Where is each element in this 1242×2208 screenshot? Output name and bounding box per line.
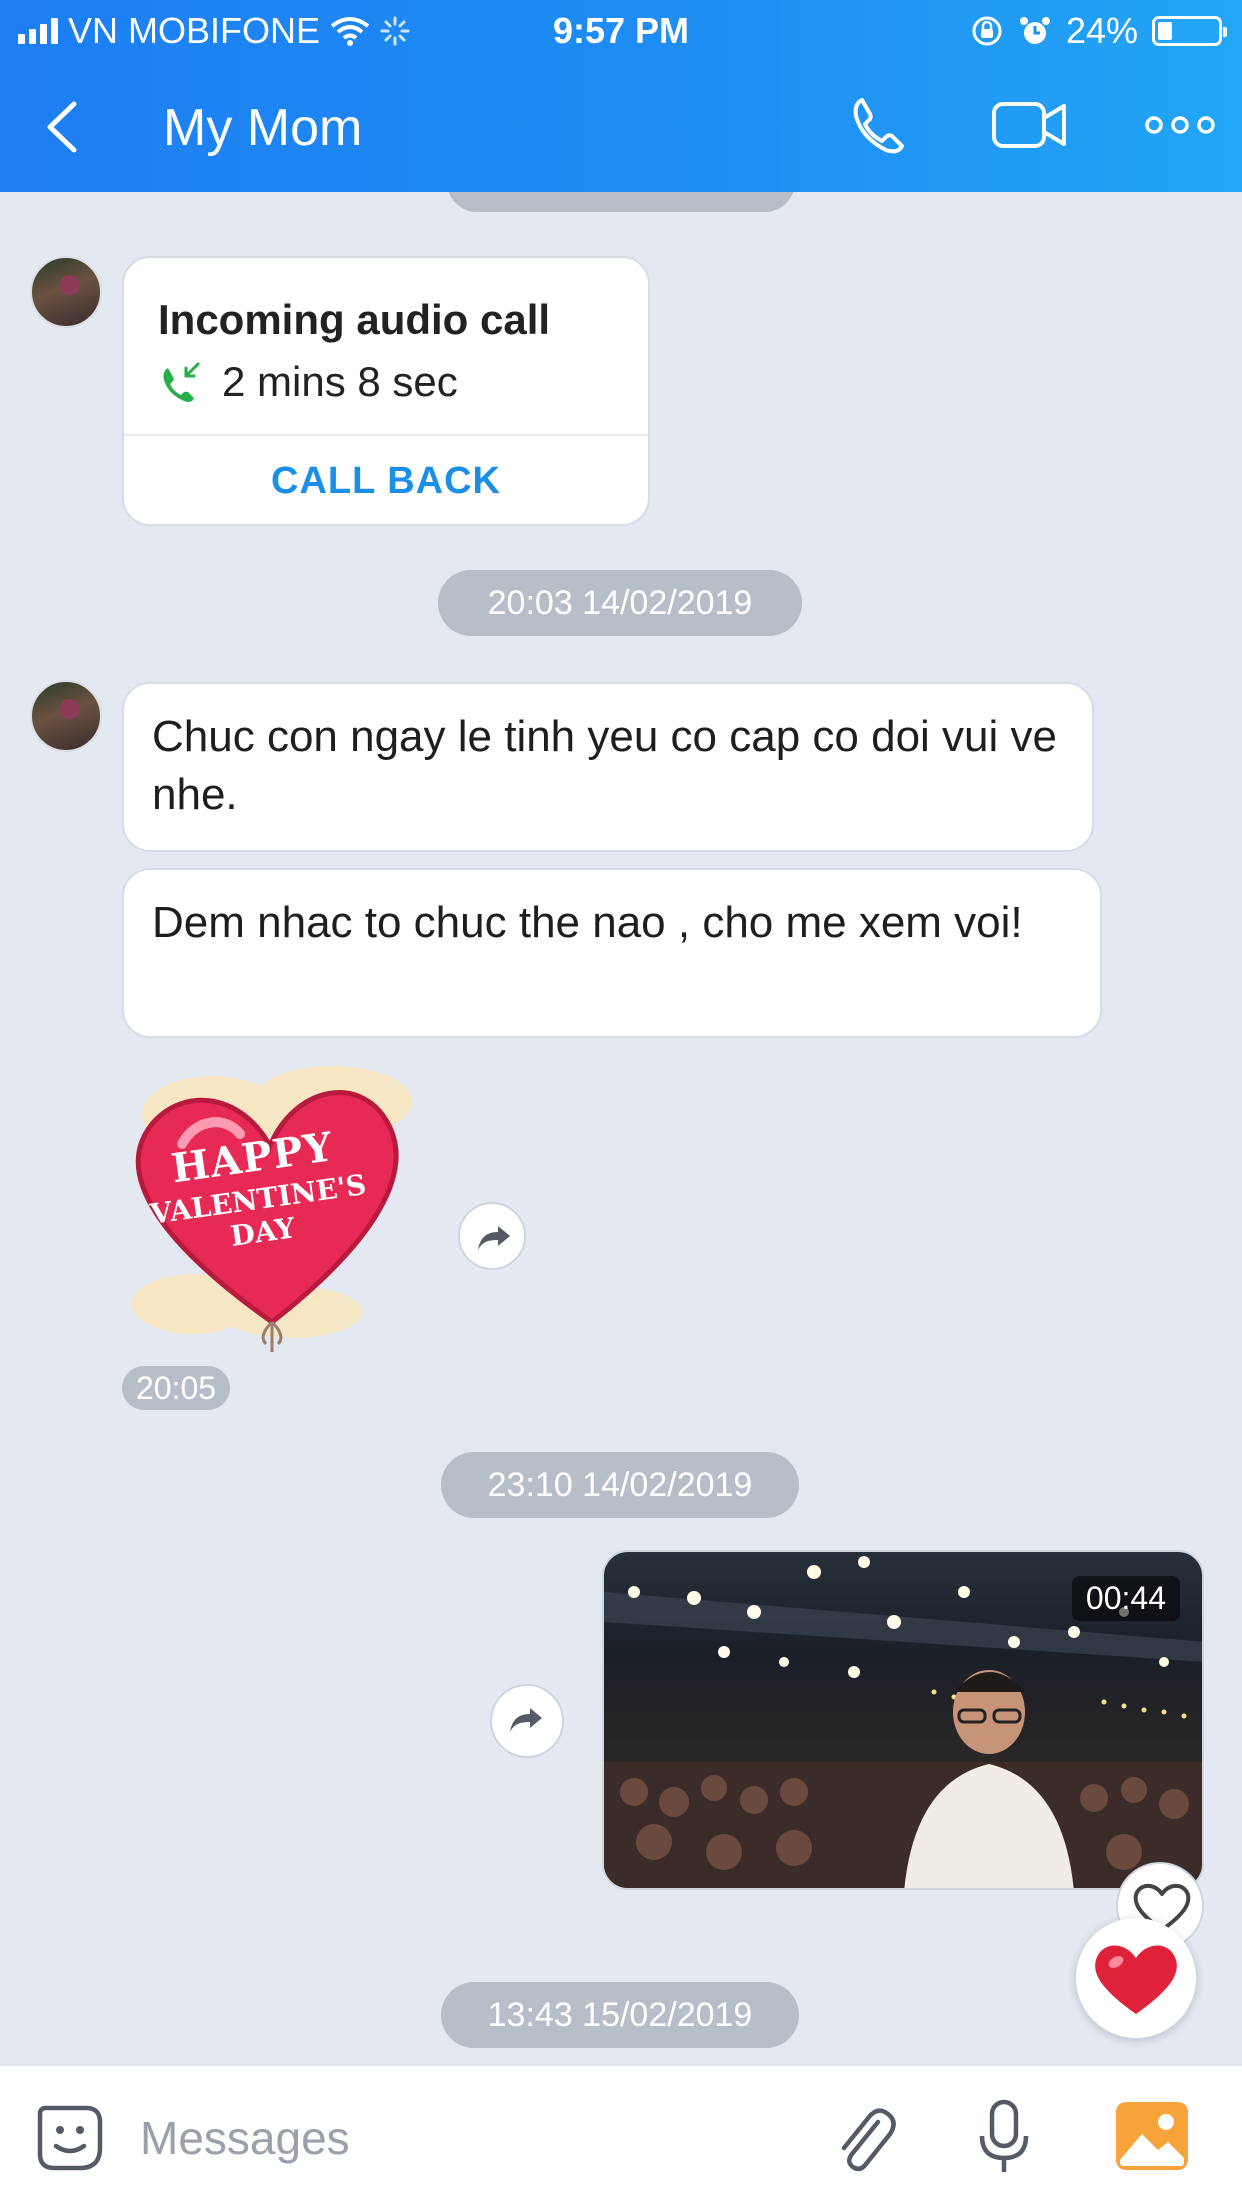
chat-title[interactable]: My Mom	[163, 98, 362, 158]
date-separator: 13:43 15/02/2019	[441, 1982, 799, 2048]
alarm-icon	[1019, 17, 1050, 44]
share-arrow-icon	[510, 1708, 542, 1732]
chat-header: VN MOBIFONE 9:57 PM 24% My Mom	[0, 0, 1242, 192]
share-button[interactable]	[458, 1202, 526, 1270]
share-button[interactable]	[490, 1684, 564, 1758]
call-duration-row: 2 mins 8 sec	[158, 358, 458, 406]
video-call-button[interactable]	[990, 90, 1070, 160]
valentine-sticker[interactable]: HAPPY VALENTINE'S DAY	[122, 1054, 422, 1354]
message-list[interactable]: Incoming audio call 2 mins 8 sec CALL BA…	[0, 192, 1242, 2064]
gallery-button[interactable]	[1114, 2098, 1190, 2179]
message-bubble[interactable]: Chuc con ngay le tinh yeu co cap co doi …	[122, 682, 1094, 852]
heart-icon	[1095, 1945, 1177, 2014]
date-separator: 20:03 14/02/2019	[438, 570, 802, 636]
message-bubble[interactable]: Dem nhac to chuc the nao , cho me xem vo…	[122, 868, 1102, 1038]
back-button[interactable]	[30, 92, 100, 162]
sticker-button[interactable]	[34, 2102, 106, 2179]
paperclip-icon	[841, 2108, 896, 2172]
incoming-call-icon	[163, 362, 200, 402]
voice-button[interactable]	[974, 2098, 1034, 2183]
video-duration: 00:44	[1071, 1576, 1180, 1621]
microphone-icon	[979, 2099, 1029, 2172]
attach-button[interactable]	[830, 2100, 900, 2181]
date-separator: 23:10 14/02/2019	[441, 1452, 799, 1518]
message-text: Dem nhac to chuc the nao , cho me xem vo…	[152, 898, 1023, 947]
rotation-lock-icon	[972, 16, 1002, 46]
battery-icon	[1152, 16, 1227, 46]
more-icon	[1145, 116, 1215, 134]
call-duration: 2 mins 8 sec	[222, 358, 458, 405]
emoji-icon	[37, 2105, 103, 2171]
status-right: 24%	[970, 10, 1227, 52]
reaction-button[interactable]	[1076, 1918, 1196, 2038]
message-text: Chuc con ngay le tinh yeu co cap co doi …	[152, 712, 1057, 819]
contact-avatar[interactable]	[30, 680, 102, 752]
call-back-button[interactable]: CALL BACK	[124, 436, 648, 526]
back-icon	[47, 101, 77, 153]
call-card: Incoming audio call 2 mins 8 sec CALL BA…	[122, 256, 650, 526]
date-separator-partial	[447, 192, 795, 212]
contact-avatar[interactable]	[30, 256, 102, 328]
battery-percent: 24%	[1065, 10, 1138, 51]
video-call-icon	[992, 102, 1066, 148]
nav-bar: My Mom	[0, 62, 1242, 192]
more-button[interactable]	[1140, 90, 1220, 160]
audio-call-button[interactable]	[840, 90, 920, 160]
message-time: 20:05	[122, 1366, 231, 1410]
call-title: Incoming audio call	[158, 296, 551, 343]
phone-icon	[853, 98, 904, 154]
status-bar: VN MOBIFONE 9:57 PM 24%	[0, 0, 1242, 62]
message-input[interactable]	[140, 2098, 790, 2178]
share-arrow-icon	[478, 1226, 510, 1250]
message-composer	[0, 2064, 1242, 2208]
video-message[interactable]: 00:44	[602, 1550, 1204, 1890]
photo-icon	[1116, 2102, 1188, 2170]
